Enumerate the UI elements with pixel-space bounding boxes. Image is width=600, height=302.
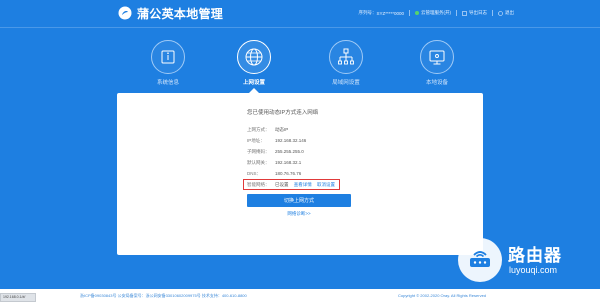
detail-value: 192.168.32.146 (275, 138, 307, 143)
detail-key: 子网掩码： (247, 148, 270, 154)
brand-logo-icon (118, 6, 132, 20)
detail-key: 默认网关： (247, 159, 270, 165)
header: 蒲公英本地管理 序列号： SYZ*****0000 云管理服务 (开) 导出日志… (0, 0, 600, 27)
tab-local-devices[interactable]: 本地设备 (402, 40, 472, 86)
tab-lan-settings[interactable]: 局域网设置 (311, 40, 381, 86)
status-dot-icon (415, 11, 419, 15)
detail-row: 子网掩码： 255.255.255.0 (247, 146, 335, 157)
tab-label: 上网设置 (242, 80, 265, 86)
footer-icp[interactable]: 浙ICP备09030843号 公安局备案号：浙公网安备3301060200997… (80, 293, 247, 299)
status-url-tip: 192.168.0.1/#/ (0, 293, 36, 302)
export-log-link[interactable]: 导出日志 (462, 10, 487, 16)
tab-label: 系统信息 (156, 80, 179, 86)
cloud-status-suffix: (开) (443, 10, 452, 15)
watermark-logo (458, 238, 502, 282)
divider (492, 10, 493, 16)
tab-icon-circle (151, 40, 185, 74)
tab-label: 局域网设置 (332, 80, 360, 86)
device-info: 序列号： SYZ*****0000 (358, 10, 404, 16)
device-label: 序列号： (358, 10, 377, 15)
network-diagnosis-link[interactable]: 网络诊断>> (247, 211, 351, 217)
detail-value: 动态IP (275, 126, 289, 132)
detail-value: 255.255.255.0 (275, 149, 304, 154)
detail-key: DNS： (247, 170, 262, 176)
header-divider (0, 27, 600, 28)
tab-internet-settings[interactable]: 上网设置 (219, 40, 289, 86)
divider (409, 10, 410, 16)
info-icon (161, 50, 175, 64)
cloud-status-label: 云管理服务 (421, 10, 444, 15)
detail-key: IP地址： (247, 137, 265, 143)
globe-icon (245, 48, 263, 66)
connection-intro: 您已使用动态IP方式连入网络 (247, 110, 319, 116)
network-icon (338, 48, 354, 65)
watermark-subtitle: luyouqi.com (509, 265, 558, 275)
footer-copyright: Copyright © 2002-2020 Oray. All Rights R… (398, 293, 487, 298)
logout-label: 退出 (505, 10, 514, 15)
router-icon (470, 251, 490, 267)
top-bar: 序列号： SYZ*****0000 云管理服务 (开) 导出日志 退出 (358, 10, 514, 16)
detail-value: 180.76.76.76 (275, 171, 302, 176)
export-log-label: 导出日志 (469, 10, 487, 15)
logout-icon (498, 10, 503, 16)
detail-row: 上网方式： 动态IP (247, 124, 335, 135)
watermark-title: 路由器 (508, 246, 562, 265)
device-value: SYZ*****0000 (376, 10, 404, 16)
tab-icon-circle (237, 40, 271, 74)
switch-connection-button[interactable]: 切换上网方式 (247, 194, 351, 207)
tab-icon-circle (329, 40, 363, 74)
tab-icon-circle (420, 40, 454, 74)
highlight-box (243, 179, 340, 190)
detail-row: 默认网关： 192.168.32.1 (247, 157, 335, 168)
detail-value: 192.168.32.1 (275, 160, 302, 165)
detail-row: DNS： 180.76.76.76 (247, 168, 335, 179)
page: 蒲公英本地管理 序列号： SYZ*****0000 云管理服务 (开) 导出日志… (0, 0, 600, 302)
monitor-icon (429, 50, 445, 65)
logout-link[interactable]: 退出 (498, 10, 514, 16)
divider (456, 10, 457, 16)
detail-key: 上网方式： (247, 126, 270, 132)
cloud-status[interactable]: 云管理服务 (开) (415, 10, 451, 16)
detail-row: IP地址： 192.168.32.146 (247, 135, 335, 146)
main-nav: 系统信息 上网设置 局域网设置 本地设备 (0, 40, 600, 92)
brand-title: 蒲公英本地管理 (137, 7, 224, 21)
export-icon (462, 10, 467, 16)
tab-label: 本地设备 (425, 80, 448, 86)
tab-system-info[interactable]: 系统信息 (133, 40, 203, 86)
internet-settings-panel: 您已使用动态IP方式连入网络 上网方式： 动态IP IP地址： 192.168.… (117, 93, 483, 255)
